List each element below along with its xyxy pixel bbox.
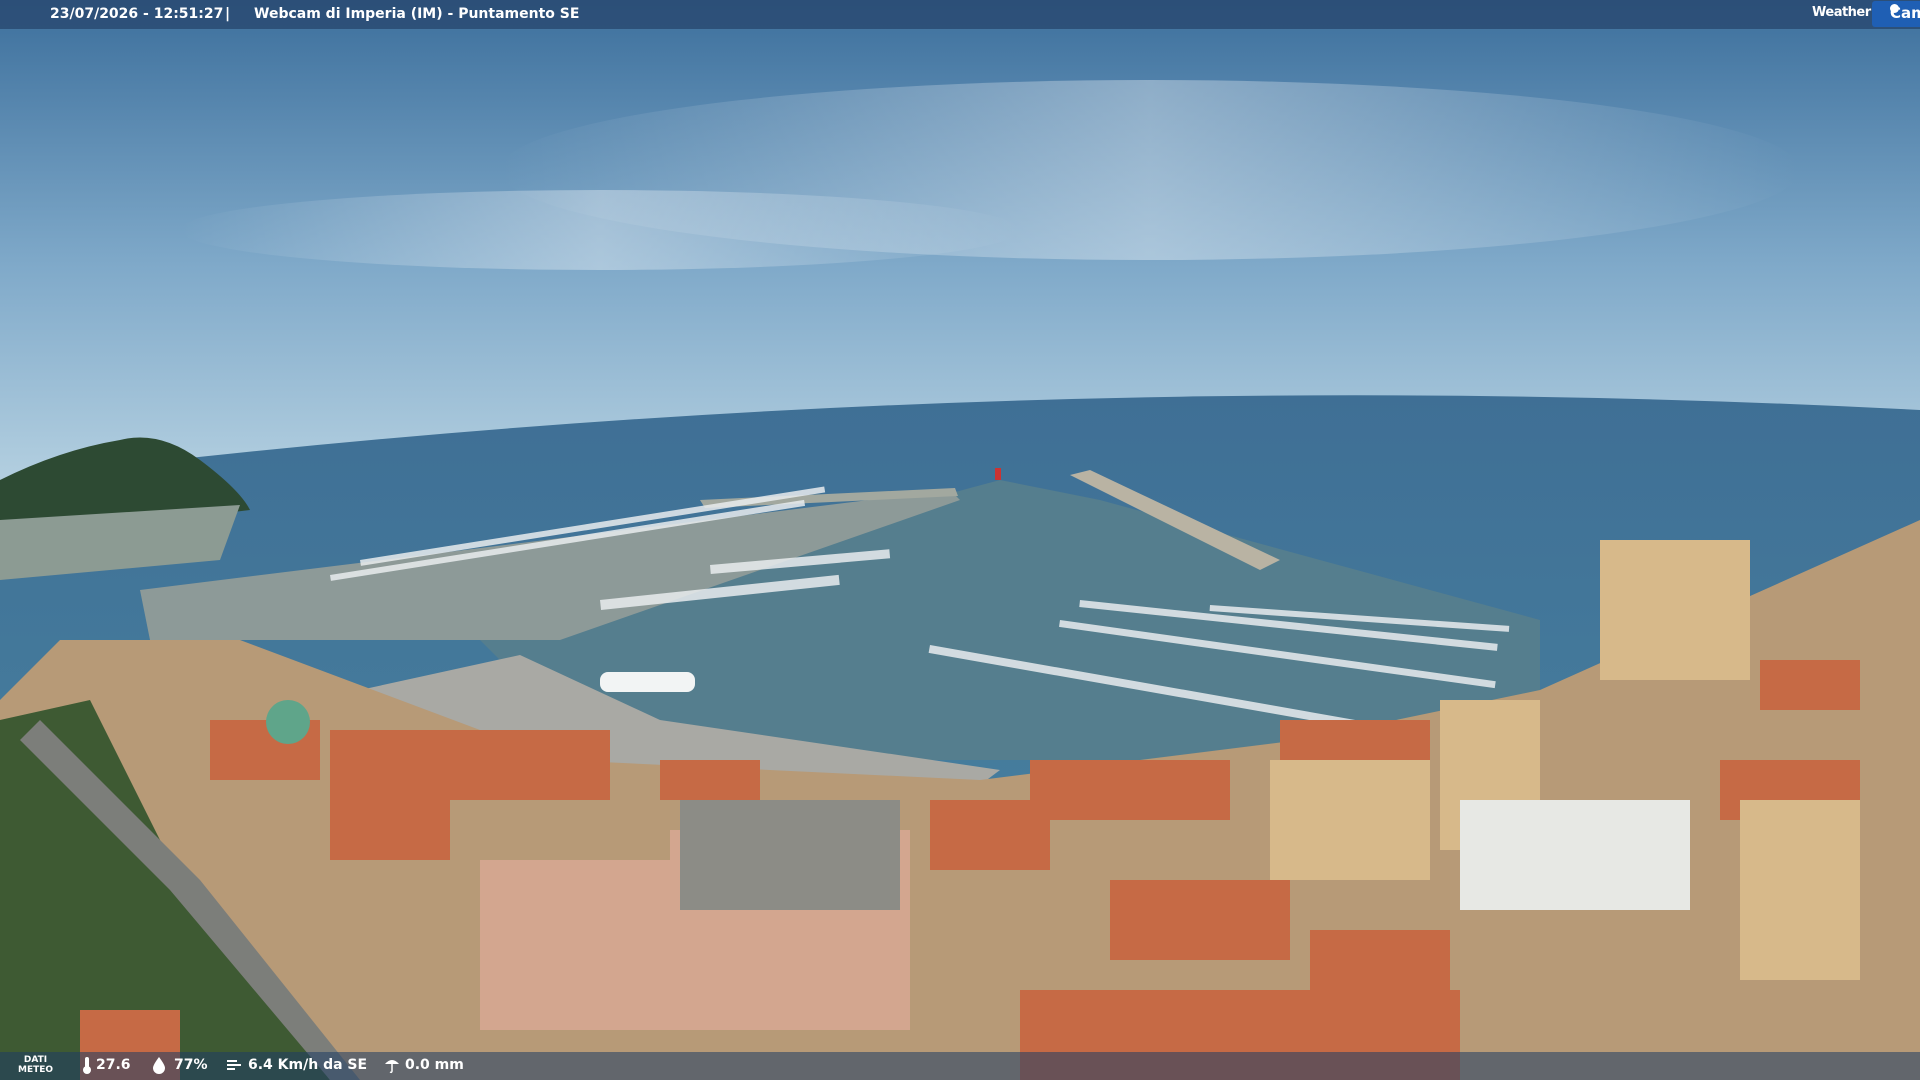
weather-data-bar: DATI METEO 27.6 77% 6.4 Km/h da SE 0.0 m… — [0, 1052, 1920, 1080]
logo-badge: Cam — [1872, 1, 1920, 27]
timestamp: 23/07/2026 - 12:51:27 — [50, 6, 224, 22]
webcam-scene — [0, 0, 1920, 1080]
lighthouse — [995, 468, 1001, 480]
weather-label-line2: METEO — [18, 1065, 54, 1075]
humidity-icon — [153, 1057, 165, 1074]
humidity-value: 77% — [174, 1057, 208, 1073]
logo-text-weather: Weather — [1812, 5, 1871, 20]
weather-label-line1: DATI — [23, 1055, 48, 1065]
yacht — [600, 672, 695, 692]
webcam-title: Webcam di Imperia (IM) - Puntamento SE — [254, 6, 580, 22]
thermometer-icon — [83, 1057, 91, 1074]
webcam-info-bar: 23/07/2026 - 12:51:27 | Webcam di Imperi… — [0, 0, 1920, 29]
green-dome — [266, 700, 310, 744]
rooftop-grey — [680, 800, 900, 910]
temperature-value: 27.6 — [96, 1057, 131, 1073]
rain-value: 0.0 mm — [405, 1057, 464, 1073]
rooftop-white — [1460, 800, 1690, 910]
logo-text-cam: Cam — [1890, 4, 1920, 22]
wind-icon — [227, 1060, 241, 1070]
wind-value: 6.4 Km/h da SE — [248, 1057, 368, 1073]
cloud-band — [180, 190, 1020, 270]
weather-label: DATI METEO — [18, 1055, 53, 1075]
weathercam-logo: Weather Cam — [1812, 0, 1920, 29]
rain-icon — [385, 1060, 399, 1074]
separator: | — [225, 6, 231, 22]
